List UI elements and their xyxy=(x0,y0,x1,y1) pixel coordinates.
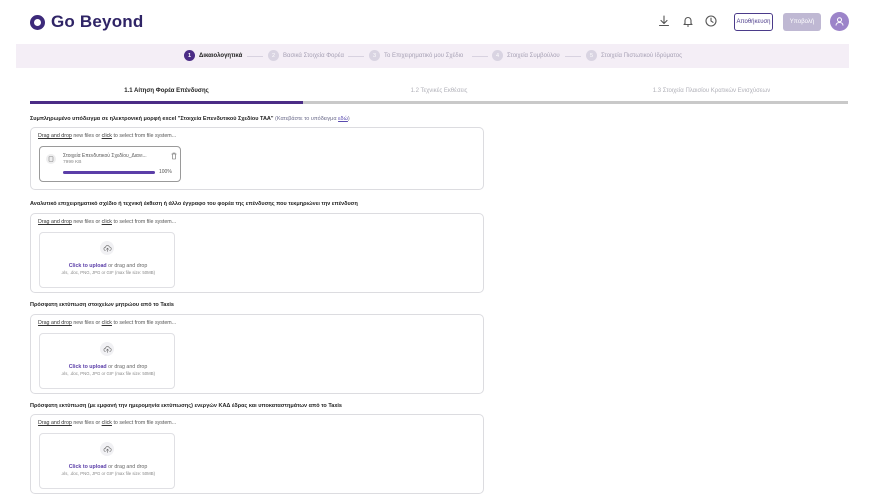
section-title: Αναλυτικό επιχειρηματικό σχέδιο ή τεχνικ… xyxy=(30,201,358,207)
upload-text: Click to upload or drag and drop xyxy=(40,464,176,470)
file-size: 7999 KB xyxy=(63,160,82,165)
hint-middle: new files or xyxy=(73,420,101,426)
upload-file-types: .xls, .doc, PNG, JPG or GIF (max file si… xyxy=(60,471,156,476)
step-label: Στοιχεία Συμβούλου xyxy=(507,52,560,59)
step-number: 3 xyxy=(369,50,380,61)
section-title-text: Πρόσφατη εκτύπωση (με εμφανή την ημερομη… xyxy=(30,403,342,409)
step-label: Στοιχεία Πιστωτικού Ιδρύματος xyxy=(601,52,682,59)
step-connector xyxy=(565,56,581,57)
hint-end: to select from file system... xyxy=(113,133,177,139)
drag-drop-text: Drag and drop xyxy=(38,320,72,326)
stepper: 1 Δικαιολογητικά 2 Βασικά Στοιχεία Φορέα… xyxy=(16,44,849,68)
tab-state-aid[interactable]: 1.3 Στοιχεία Πλαισίου Κρατικών Ενισχύσεω… xyxy=(575,80,848,101)
subtabs: 1.1 Αίτηση Φορέα Επένδυσης 1.2 Τεχνικές … xyxy=(30,80,848,104)
dropzone-hint: Drag and drop new files or click to sele… xyxy=(38,320,176,326)
section-title-text: Συμπληρωμένο υπόδειγμα σε ηλεκτρονική μο… xyxy=(30,116,274,122)
user-icon xyxy=(835,17,844,26)
hint-end: to select from file system... xyxy=(113,219,177,225)
hint-middle: new files or xyxy=(73,219,101,225)
dropzone-hint: Drag and drop new files or click to sele… xyxy=(38,219,176,225)
upload-box[interactable]: Click to upload or drag and drop .xls, .… xyxy=(39,232,175,288)
step-connector xyxy=(348,56,364,57)
section-title-text: Πρόσφατη εκτύπωση στοιχείων μητρώου από … xyxy=(30,302,174,308)
step-business-plan[interactable]: 3 Το Επιχειρηματικό μου Σχέδιο xyxy=(369,50,463,61)
step-number: 4 xyxy=(492,50,503,61)
section-title: Πρόσφατη εκτύπωση στοιχείων μητρώου από … xyxy=(30,302,174,308)
hint-middle: new files or xyxy=(73,133,101,139)
dropzone[interactable]: Drag and drop new files or click to sele… xyxy=(30,127,484,190)
dropzone[interactable]: Drag and drop new files or click to sele… xyxy=(30,213,484,293)
step-consultant[interactable]: 4 Στοιχεία Συμβούλου xyxy=(492,50,560,61)
drag-drop-text: Drag and drop xyxy=(38,219,72,225)
upload-box[interactable]: Click to upload or drag and drop .xls, .… xyxy=(39,333,175,389)
logo-mark-icon xyxy=(30,14,45,30)
drag-drop-text: Drag and drop xyxy=(38,133,72,139)
upload-rest: or drag and drop xyxy=(108,464,148,470)
template-note-suffix: ) xyxy=(347,116,350,122)
app-name: Go Beyond xyxy=(51,12,144,31)
dropzone-hint: Drag and drop new files or click to sele… xyxy=(38,420,176,426)
click-link[interactable]: click xyxy=(102,320,112,326)
step-number: 1 xyxy=(184,50,195,61)
logo[interactable]: Go Beyond xyxy=(30,12,143,32)
download-icon[interactable] xyxy=(657,14,671,28)
bell-icon[interactable] xyxy=(681,14,695,28)
template-download-link[interactable]: εδώ xyxy=(338,116,348,122)
drag-drop-text: Drag and drop xyxy=(38,420,72,426)
submit-button[interactable]: Υποβολή xyxy=(783,13,821,31)
section-title: Συμπληρωμένο υπόδειγμα σε ηλεκτρονική μο… xyxy=(30,116,350,122)
cloud-upload-icon xyxy=(100,342,114,356)
step-label: Το Επιχειρηματικό μου Σχέδιο xyxy=(384,52,464,59)
upload-rest: or drag and drop xyxy=(108,263,148,269)
hint-end: to select from file system... xyxy=(113,420,177,426)
click-link[interactable]: click xyxy=(102,219,112,225)
click-to-upload-link[interactable]: Click to upload xyxy=(69,263,107,269)
progress-label: 100% xyxy=(159,169,172,175)
upload-box[interactable]: Click to upload or drag and drop .xls, .… xyxy=(39,433,175,489)
trash-icon[interactable] xyxy=(170,152,178,160)
file-icon xyxy=(46,154,56,164)
tab-active-indicator xyxy=(30,101,303,104)
step-label: Βασικά Στοιχεία Φορέα xyxy=(283,52,344,59)
upload-text: Click to upload or drag and drop xyxy=(40,364,176,370)
cloud-upload-icon xyxy=(100,442,114,456)
step-documents[interactable]: 1 Δικαιολογητικά xyxy=(184,50,242,61)
section-title-text: Αναλυτικό επιχειρηματικό σχέδιο ή τεχνικ… xyxy=(30,201,358,207)
upload-text: Click to upload or drag and drop xyxy=(40,263,176,269)
hint-end: to select from file system... xyxy=(113,320,177,326)
clock-icon[interactable] xyxy=(704,14,718,28)
click-link[interactable]: click xyxy=(102,133,112,139)
dropzone[interactable]: Drag and drop new files or click to sele… xyxy=(30,414,484,494)
tab-technical-reports[interactable]: 1.2 Τεχνικές Εκθέσεις xyxy=(303,80,575,101)
app-header: Go Beyond Αποθήκευση Υποβολή xyxy=(0,0,873,44)
avatar[interactable] xyxy=(830,12,849,31)
upload-file-types: .xls, .doc, PNG, JPG or GIF (max file si… xyxy=(60,270,156,275)
step-number: 5 xyxy=(586,50,597,61)
uploaded-file-card: Στοιχεία Επενδυτικού Σχεδίου_Διανι... 79… xyxy=(39,146,181,182)
click-link[interactable]: click xyxy=(102,420,112,426)
template-note: (Κατεβάστε το υπόδειγμα εδώ) xyxy=(275,116,350,122)
section-title: Πρόσφατη εκτύπωση (με εμφανή την ημερομη… xyxy=(30,403,342,409)
step-connector xyxy=(247,56,263,57)
click-to-upload-link[interactable]: Click to upload xyxy=(69,364,107,370)
hint-middle: new files or xyxy=(73,320,101,326)
upload-rest: or drag and drop xyxy=(108,364,148,370)
step-number: 2 xyxy=(268,50,279,61)
progress-fill xyxy=(63,171,155,174)
dropzone-hint: Drag and drop new files or click to sele… xyxy=(38,133,176,139)
click-to-upload-link[interactable]: Click to upload xyxy=(69,464,107,470)
step-basic-info[interactable]: 2 Βασικά Στοιχεία Φορέα xyxy=(268,50,344,61)
template-note-prefix: (Κατεβάστε το υπόδειγμα xyxy=(275,116,337,122)
save-button[interactable]: Αποθήκευση xyxy=(734,13,773,31)
step-label: Δικαιολογητικά xyxy=(199,52,243,59)
upload-file-types: .xls, .doc, PNG, JPG or GIF (max file si… xyxy=(60,371,156,376)
dropzone[interactable]: Drag and drop new files or click to sele… xyxy=(30,314,484,394)
progress-track xyxy=(63,171,155,174)
cloud-upload-icon xyxy=(100,241,114,255)
file-name: Στοιχεία Επενδυτικού Σχεδίου_Διανι... xyxy=(63,153,147,159)
step-credit-institution[interactable]: 5 Στοιχεία Πιστωτικού Ιδρύματος xyxy=(586,50,682,61)
tab-application[interactable]: 1.1 Αίτηση Φορέα Επένδυσης xyxy=(30,80,303,101)
step-connector xyxy=(472,56,488,57)
